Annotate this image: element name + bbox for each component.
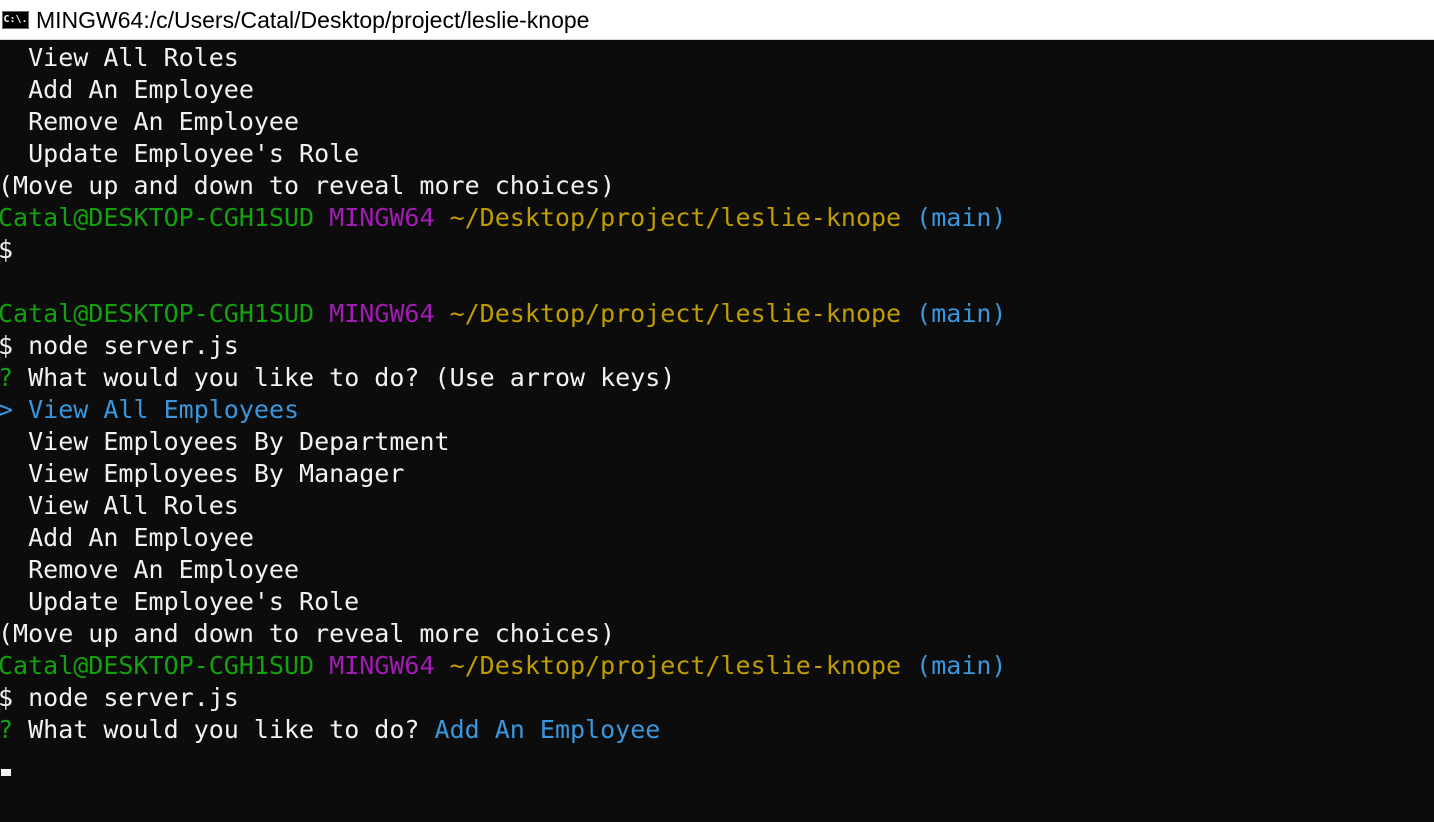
pointer-icon: > (0, 395, 14, 424)
terminal-app-icon[interactable]: C:\. (2, 11, 29, 29)
prompt-msystem: MINGW64 (329, 203, 435, 232)
menu-item-label: View All Roles (28, 491, 239, 520)
prompt-line: Catal@DESKTOP-CGH1SUD MINGW64 ~/Desktop/… (0, 202, 1006, 234)
window-title: MINGW64:/c/Users/Catal/Desktop/project/l… (36, 7, 590, 33)
prompt-branch: (main) (916, 651, 1007, 680)
menu-item-label: Remove An Employee (28, 107, 300, 136)
answered-question-line: ? What would you like to do? Add An Empl… (0, 714, 660, 746)
menu-item: Remove An Employee (0, 106, 299, 138)
question-mark-icon: ? (0, 363, 13, 392)
menu-item-label: Update Employee's Role (28, 139, 360, 168)
menu-item-label: View All Employees (28, 395, 300, 424)
menu-item[interactable]: Add An Employee (0, 522, 254, 554)
prompt-user-host: Catal@DESKTOP-CGH1SUD (0, 203, 315, 232)
menu-item-label: Add An Employee (28, 75, 254, 104)
menu-item[interactable]: View Employees By Manager (0, 458, 404, 490)
menu-item[interactable]: Remove An Employee (0, 554, 299, 586)
menu-item-selected[interactable]: > View All Employees (0, 394, 299, 426)
prompt-msystem: MINGW64 (329, 299, 435, 328)
menu-item-label: View Employees By Department (28, 427, 450, 456)
command-text: node server.js (28, 683, 239, 712)
command-text: node server.js (28, 331, 239, 360)
menu-item: Add An Employee (0, 74, 254, 106)
prompt-user-host: Catal@DESKTOP-CGH1SUD (0, 651, 315, 680)
menu-item[interactable]: View All Roles (0, 490, 239, 522)
prompt-line: Catal@DESKTOP-CGH1SUD MINGW64 ~/Desktop/… (0, 650, 1006, 682)
command-line: $ node server.js (0, 330, 239, 362)
menu-item-label: Remove An Employee (28, 555, 300, 584)
title-bar[interactable]: C:\. MINGW64:/c/Users/Catal/Desktop/proj… (0, 0, 1434, 40)
prompt-line: Catal@DESKTOP-CGH1SUD MINGW64 ~/Desktop/… (0, 298, 1006, 330)
prompt-user-host: Catal@DESKTOP-CGH1SUD (0, 299, 315, 328)
menu-hint: (Move up and down to reveal more choices… (0, 171, 616, 200)
question-mark-icon: ? (0, 715, 13, 744)
prompt-branch: (main) (916, 299, 1007, 328)
question-hint: (Use arrow keys) (434, 363, 676, 392)
terminal-output[interactable]: View All Roles Add An Employee Remove An… (0, 41, 1434, 822)
answer-text: Add An Employee (434, 715, 661, 744)
prompt-path: ~/Desktop/project/leslie-knope (449, 651, 902, 680)
menu-item-label: View Employees By Manager (28, 459, 405, 488)
menu-item-label: Update Employee's Role (28, 587, 360, 616)
prompt-symbol: $ (0, 235, 14, 264)
command-line: $ node server.js (0, 682, 239, 714)
cursor-block (1, 769, 11, 776)
prompt-path: ~/Desktop/project/leslie-knope (449, 299, 902, 328)
question-line: ? What would you like to do? (Use arrow … (0, 362, 675, 394)
menu-hint: (Move up and down to reveal more choices… (0, 619, 616, 648)
prompt-branch: (main) (916, 203, 1007, 232)
question-text: What would you like to do? (28, 363, 420, 392)
menu-item[interactable]: Update Employee's Role (0, 586, 359, 618)
prompt-symbol: $ (0, 331, 14, 360)
menu-item[interactable]: View Employees By Department (0, 426, 450, 458)
menu-item-label: Add An Employee (28, 523, 254, 552)
question-text: What would you like to do? (28, 715, 420, 744)
prompt-msystem: MINGW64 (329, 651, 435, 680)
prompt-path: ~/Desktop/project/leslie-knope (449, 203, 902, 232)
prompt-symbol: $ (0, 683, 14, 712)
menu-item: Update Employee's Role (0, 138, 359, 170)
terminal-window: C:\. MINGW64:/c/Users/Catal/Desktop/proj… (0, 0, 1434, 822)
menu-item: View All Roles (0, 42, 239, 74)
menu-item-label: View All Roles (28, 43, 239, 72)
